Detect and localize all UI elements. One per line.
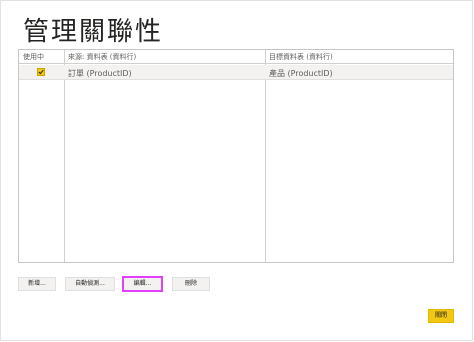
source-cell: 訂單 (ProductID) xyxy=(68,69,132,78)
column-divider xyxy=(265,50,266,262)
manage-relationships-dialog: 管理關聯性 使用中 來源: 資料表 (資料行) 目標資料表 (資料行) 訂單 (… xyxy=(0,0,473,341)
header-active[interactable]: 使用中 xyxy=(23,52,44,62)
close-button[interactable]: 關閉 xyxy=(428,309,454,323)
new-button[interactable]: 新增... xyxy=(18,277,56,291)
target-cell: 產品 (ProductID) xyxy=(269,69,333,78)
header-target[interactable]: 目標資料表 (資料行) xyxy=(269,52,333,62)
autodetect-button[interactable]: 自動偵測... xyxy=(65,277,115,291)
relationships-table: 使用中 來源: 資料表 (資料行) 目標資料表 (資料行) 訂單 (Produc… xyxy=(18,49,454,263)
header-source[interactable]: 來源: 資料表 (資料行) xyxy=(68,52,136,62)
active-checkbox[interactable] xyxy=(37,68,45,76)
dialog-title: 管理關聯性 xyxy=(23,17,164,47)
table-header: 使用中 來源: 資料表 (資料行) 目標資料表 (資料行) xyxy=(19,50,453,64)
table-row[interactable]: 訂單 (ProductID) 產品 (ProductID) xyxy=(19,65,453,80)
checkmark-icon xyxy=(38,69,44,75)
delete-button[interactable]: 刪除 xyxy=(172,277,210,291)
column-divider xyxy=(64,50,65,262)
edit-button[interactable]: 編輯... xyxy=(122,276,163,292)
